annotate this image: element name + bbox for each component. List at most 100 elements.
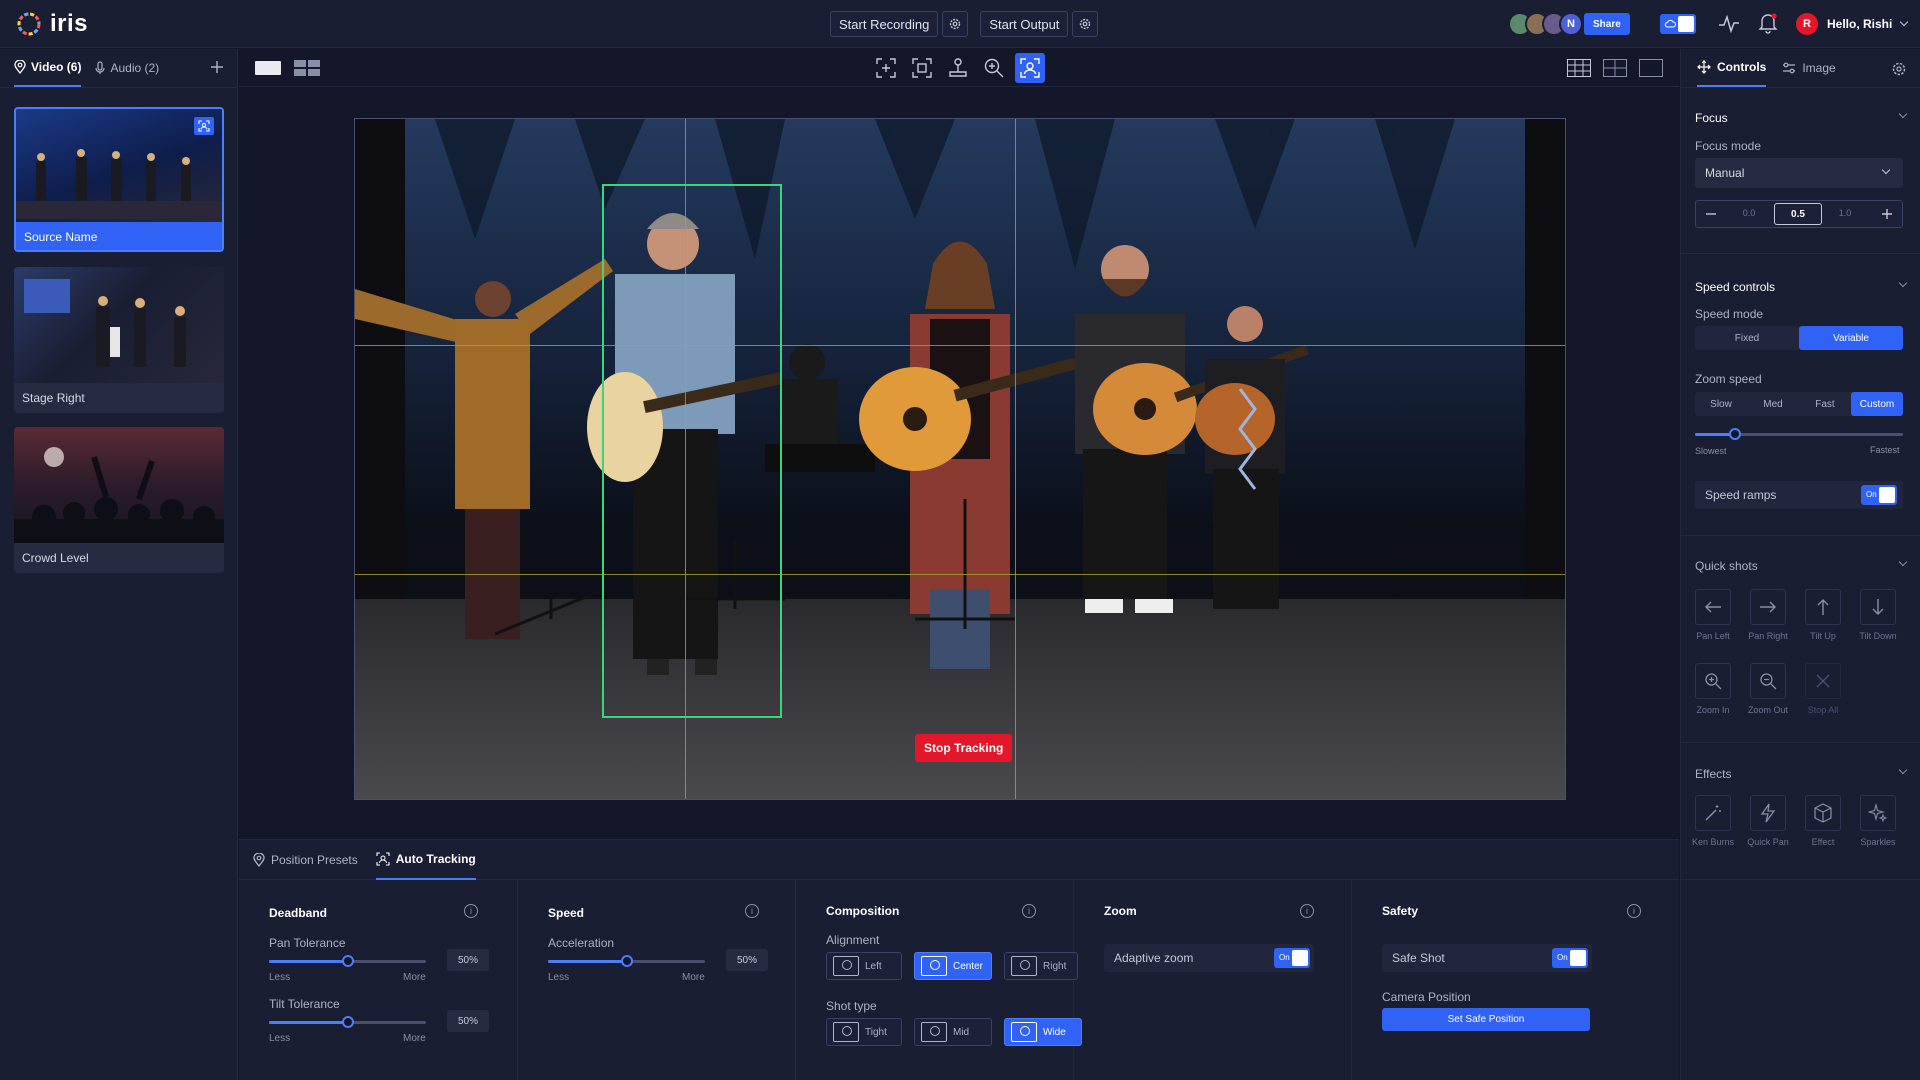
user-menu[interactable]: R Hello, Rishi <box>1796 13 1909 35</box>
iris-logo-icon <box>17 12 41 36</box>
start-recording-button[interactable]: Start Recording <box>830 11 939 37</box>
output-settings-button[interactable] <box>1072 11 1099 37</box>
crop-button[interactable] <box>907 53 937 83</box>
single-view-button[interactable] <box>255 61 281 75</box>
info-icon[interactable]: i <box>464 904 478 918</box>
chevron-down-icon[interactable] <box>1898 557 1908 567</box>
pan-tolerance-label: Pan Tolerance <box>269 936 346 950</box>
chevron-down-icon[interactable] <box>1898 765 1908 775</box>
start-output-button[interactable]: Start Output <box>980 11 1069 37</box>
adaptive-zoom-toggle[interactable]: On <box>1274 948 1310 968</box>
focus-mode-select[interactable]: Manual <box>1695 158 1903 188</box>
quick-shot-tilt-up[interactable]: Tilt Up <box>1800 589 1846 641</box>
source-card-source-name[interactable]: Source Name <box>14 107 224 252</box>
effect-ken-burns[interactable]: Ken Burns <box>1690 795 1736 847</box>
frame-plus-icon <box>876 58 896 78</box>
effect-cube[interactable]: Effect <box>1800 795 1846 847</box>
user-avatar[interactable]: R <box>1796 13 1818 35</box>
acceleration-slider[interactable] <box>548 955 705 967</box>
crowd-scene-illustration <box>14 447 224 543</box>
move-arrows-icon <box>1697 60 1711 74</box>
bell-icon[interactable] <box>1758 12 1778 34</box>
tracking-box[interactable] <box>602 184 782 718</box>
focus-value-input[interactable]: 0.5 <box>1774 203 1822 225</box>
focus-mode-label: Focus mode <box>1695 139 1762 153</box>
collaborator-avatars[interactable]: N <box>1508 12 1583 36</box>
focus-min: 0.0 <box>1742 208 1756 218</box>
chevron-down-icon[interactable] <box>1898 109 1908 119</box>
tab-video[interactable]: Video (6) <box>14 49 82 87</box>
source-thumbnail <box>14 267 224 383</box>
pan-tolerance-slider[interactable] <box>269 955 426 967</box>
zoom-button[interactable] <box>979 53 1009 83</box>
quick-shot-zoom-in[interactable]: Zoom In <box>1690 663 1736 715</box>
quick-shot-pan-left[interactable]: Pan Left <box>1690 589 1736 641</box>
tab-audio[interactable]: Audio (2) <box>95 49 159 87</box>
zoom-speed-fast[interactable]: Fast <box>1799 392 1851 416</box>
activity-icon[interactable] <box>1718 14 1740 34</box>
slider-max-label: More <box>403 972 426 983</box>
recording-settings-button[interactable] <box>942 11 969 37</box>
share-button[interactable]: Share <box>1584 13 1630 35</box>
source-card-crowd-level[interactable]: Crowd Level <box>14 427 224 573</box>
tab-controls[interactable]: Controls <box>1697 49 1767 87</box>
speed-mode-variable[interactable]: Variable <box>1799 326 1903 350</box>
zoom-speed-slow[interactable]: Slow <box>1695 392 1747 416</box>
acceleration-value[interactable]: 50% <box>726 949 768 971</box>
quick-shot-stop-all[interactable]: Stop All <box>1800 663 1846 715</box>
tab-image[interactable]: Image <box>1782 49 1836 87</box>
align-center-button[interactable]: Center <box>914 952 992 980</box>
quick-shot-tilt-down[interactable]: Tilt Down <box>1855 589 1901 641</box>
tilt-tolerance-value[interactable]: 50% <box>447 1010 489 1032</box>
quick-shot-pan-right[interactable]: Pan Right <box>1745 589 1791 641</box>
speed-ramps-toggle[interactable]: On <box>1861 485 1897 505</box>
effect-quick-pan[interactable]: Quick Pan <box>1745 795 1791 847</box>
multi-view-button[interactable] <box>294 60 320 76</box>
safe-shot-toggle[interactable]: On <box>1552 948 1588 968</box>
add-source-icon[interactable] <box>210 60 224 74</box>
set-safe-position-button[interactable]: Set Safe Position <box>1382 1008 1590 1031</box>
camera-tools <box>871 53 1045 83</box>
auto-frame-button[interactable] <box>871 53 901 83</box>
align-left-button[interactable]: Left <box>826 952 902 980</box>
quick-shot-zoom-out[interactable]: Zoom Out <box>1745 663 1791 715</box>
info-icon[interactable]: i <box>1022 904 1036 918</box>
deadband-section: Deadband i Pan Tolerance Less More 50% T… <box>239 880 518 1080</box>
chevron-down-icon[interactable] <box>1898 278 1908 288</box>
focus-decrease-button[interactable] <box>1696 201 1726 227</box>
zoom-speed-custom[interactable]: Custom <box>1851 392 1903 416</box>
grid-thirds-icon[interactable] <box>1567 59 1591 77</box>
joystick-button[interactable] <box>943 53 973 83</box>
zoom-speed-med[interactable]: Med <box>1747 392 1799 416</box>
stop-tracking-button[interactable]: Stop Tracking <box>915 734 1013 762</box>
pan-tolerance-value[interactable]: 50% <box>447 949 489 971</box>
avatar[interactable]: N <box>1559 12 1583 36</box>
info-icon[interactable]: i <box>745 904 759 918</box>
concert-stage-scene <box>355 119 1565 799</box>
gear-icon[interactable] <box>1891 61 1907 77</box>
align-right-button[interactable]: Right <box>1004 952 1078 980</box>
info-icon[interactable]: i <box>1300 904 1314 918</box>
effect-sparkles[interactable]: Sparkles <box>1855 795 1901 847</box>
arrow-down-icon <box>1872 599 1884 615</box>
speed-controls-title: Speed controls <box>1695 280 1776 294</box>
grid-none-icon[interactable] <box>1639 59 1663 77</box>
cloud-toggle[interactable] <box>1660 14 1696 34</box>
speed-mode-fixed[interactable]: Fixed <box>1695 326 1799 350</box>
shot-tight-button[interactable]: Tight <box>826 1018 902 1046</box>
tracking-tabs: Position Presets Auto Tracking <box>239 840 1679 880</box>
source-card-stage-right[interactable]: Stage Right <box>14 267 224 413</box>
camera-feed[interactable]: Stop Tracking <box>354 118 1566 800</box>
auto-tracking-button[interactable] <box>1015 53 1045 83</box>
focus-increase-button[interactable] <box>1872 201 1902 227</box>
tab-position-presets[interactable]: Position Presets <box>253 840 358 880</box>
zoom-speed-slider[interactable] <box>1695 428 1903 440</box>
shot-wide-button[interactable]: Wide <box>1004 1018 1082 1046</box>
app-logo[interactable]: iris <box>16 10 88 38</box>
grid-halves-icon[interactable] <box>1603 59 1627 77</box>
tab-auto-tracking[interactable]: Auto Tracking <box>375 840 476 880</box>
safe-shot-label: Safe Shot <box>1392 951 1445 965</box>
tilt-tolerance-slider[interactable] <box>269 1016 426 1028</box>
info-icon[interactable]: i <box>1627 904 1641 918</box>
shot-mid-button[interactable]: Mid <box>914 1018 992 1046</box>
